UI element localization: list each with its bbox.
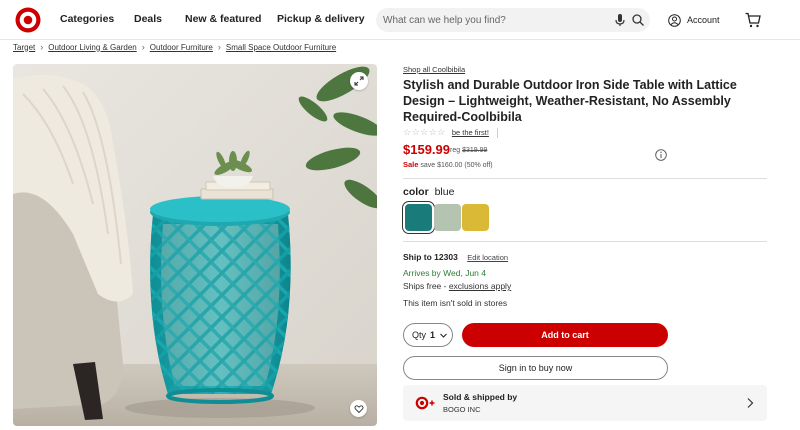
exclusions-link[interactable]: exclusions apply: [449, 281, 511, 291]
product-photo: [13, 64, 377, 426]
qty-label: Qty: [412, 330, 427, 340]
edit-location-link[interactable]: Edit location: [467, 253, 508, 262]
add-to-cart-button[interactable]: Add to cart: [462, 323, 668, 347]
sign-in-button[interactable]: Sign in to buy now: [403, 356, 668, 380]
ship-to-label: Ship to 12303: [403, 252, 458, 262]
color-label-key: color: [403, 186, 429, 198]
search-input[interactable]: [383, 11, 603, 29]
color-label: color blue: [403, 186, 454, 198]
ship-to: Ship to 12303 Edit location: [403, 252, 508, 262]
cart-icon[interactable]: [744, 11, 762, 29]
swatch-yellow[interactable]: [462, 204, 489, 231]
site-header: Categories Deals New & featured Pickup &…: [0, 0, 800, 40]
product-title: Stylish and Durable Outdoor Iron Side Ta…: [403, 78, 737, 124]
chevron-right-icon: ›: [141, 42, 145, 52]
expand-icon: [354, 76, 364, 86]
sale-info: Sale save $160.00 (50% off): [403, 160, 493, 169]
breadcrumb-small-space[interactable]: Small Space Outdoor Furniture: [226, 43, 336, 52]
breadcrumb-outdoor-living[interactable]: Outdoor Living & Garden: [48, 43, 137, 52]
zoom-button[interactable]: [350, 72, 368, 90]
regular-price: reg $319.99: [450, 147, 487, 154]
reg-price-value: $319.99: [462, 147, 488, 154]
nav-deals[interactable]: Deals: [134, 13, 162, 25]
breadcrumb-outdoor-furniture[interactable]: Outdoor Furniture: [150, 43, 213, 52]
chevron-right-icon: ›: [40, 42, 44, 52]
star-rating-icon[interactable]: ☆☆☆☆☆: [403, 127, 446, 138]
nav-categories[interactable]: Categories: [60, 13, 114, 25]
product-image[interactable]: [13, 64, 377, 426]
shop-all-link[interactable]: Shop all Coolbibila: [403, 65, 465, 74]
rating-row: ☆☆☆☆☆ be the first!: [403, 127, 498, 138]
heart-icon: [354, 404, 363, 413]
breadcrumb: Target › Outdoor Living & Garden › Outdo…: [13, 42, 336, 52]
breadcrumb-target[interactable]: Target: [13, 43, 35, 52]
seller-title: Sold & shipped by: [443, 392, 518, 402]
swatch-sage[interactable]: [434, 204, 461, 231]
sale-detail: save $160.00 (50% off): [420, 162, 493, 169]
search-bar: [376, 8, 650, 32]
ships-free: Ships free - exclusions apply: [403, 281, 511, 291]
qty-value: 1: [430, 330, 436, 340]
account-label: Account: [687, 15, 720, 25]
nav-new-featured[interactable]: New & featured: [185, 13, 261, 25]
target-logo-icon[interactable]: [15, 7, 41, 33]
ships-free-text: Ships free -: [403, 281, 449, 291]
sale-label: Sale: [403, 160, 419, 169]
divider: [403, 178, 767, 179]
info-icon[interactable]: [655, 149, 667, 161]
target-plus-icon: [415, 396, 435, 410]
microphone-icon[interactable]: [612, 12, 628, 28]
nav-pickup-delivery[interactable]: Pickup & delivery: [277, 13, 365, 25]
arrival-date: Arrives by Wed, Jun 4: [403, 268, 486, 278]
seller-name: BOGO INC: [443, 405, 481, 414]
color-value: blue: [434, 186, 455, 198]
reg-label: reg: [450, 147, 461, 154]
quantity-select[interactable]: Qty 1: [403, 323, 453, 347]
swatch-blue[interactable]: [402, 201, 435, 234]
search-icon[interactable]: [630, 12, 646, 28]
account-icon: [668, 13, 681, 27]
chevron-right-icon: ›: [217, 42, 221, 52]
current-price: $159.99: [403, 142, 450, 157]
store-availability: This item isn't sold in stores: [403, 298, 508, 308]
divider: [496, 127, 498, 138]
seller-card[interactable]: Sold & shipped by BOGO INC: [403, 385, 767, 421]
account-button[interactable]: Account: [668, 10, 720, 30]
divider: [403, 241, 767, 242]
review-link[interactable]: be the first!: [452, 128, 489, 137]
chevron-down-icon: [440, 333, 447, 338]
chevron-right-icon: [747, 398, 754, 408]
favorite-button[interactable]: [350, 400, 367, 417]
